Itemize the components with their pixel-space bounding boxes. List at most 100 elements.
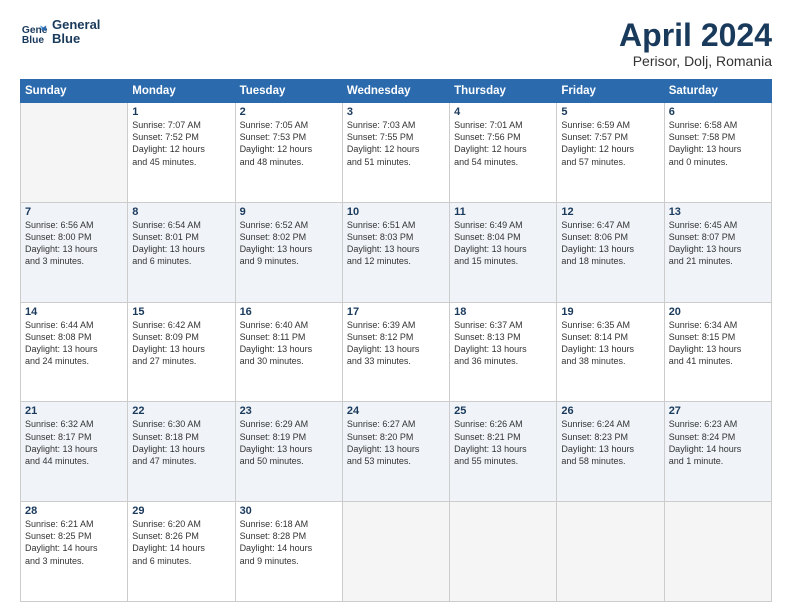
day-cell: 27Sunrise: 6:23 AM Sunset: 8:24 PM Dayli…	[664, 402, 771, 502]
svg-text:Blue: Blue	[22, 35, 45, 46]
day-detail: Sunrise: 6:40 AM Sunset: 8:11 PM Dayligh…	[240, 319, 338, 368]
day-detail: Sunrise: 6:18 AM Sunset: 8:28 PM Dayligh…	[240, 518, 338, 567]
day-number: 14	[25, 306, 123, 318]
day-number: 13	[669, 206, 767, 218]
day-number: 11	[454, 206, 552, 218]
day-detail: Sunrise: 6:30 AM Sunset: 8:18 PM Dayligh…	[132, 418, 230, 467]
day-number: 24	[347, 405, 445, 417]
header: General Blue General Blue April 2024 Per…	[20, 18, 772, 69]
day-number: 28	[25, 505, 123, 517]
day-detail: Sunrise: 6:59 AM Sunset: 7:57 PM Dayligh…	[561, 119, 659, 168]
day-number: 1	[132, 106, 230, 118]
day-detail: Sunrise: 6:35 AM Sunset: 8:14 PM Dayligh…	[561, 319, 659, 368]
day-number: 18	[454, 306, 552, 318]
subtitle: Perisor, Dolj, Romania	[619, 53, 772, 69]
day-detail: Sunrise: 6:27 AM Sunset: 8:20 PM Dayligh…	[347, 418, 445, 467]
day-detail: Sunrise: 6:32 AM Sunset: 8:17 PM Dayligh…	[25, 418, 123, 467]
logo-line2: Blue	[52, 32, 100, 46]
day-number: 2	[240, 106, 338, 118]
day-number: 25	[454, 405, 552, 417]
day-number: 4	[454, 106, 552, 118]
day-number: 23	[240, 405, 338, 417]
day-detail: Sunrise: 6:42 AM Sunset: 8:09 PM Dayligh…	[132, 319, 230, 368]
main-title: April 2024	[619, 18, 772, 53]
day-detail: Sunrise: 6:56 AM Sunset: 8:00 PM Dayligh…	[25, 219, 123, 268]
day-number: 8	[132, 206, 230, 218]
day-cell: 17Sunrise: 6:39 AM Sunset: 8:12 PM Dayli…	[342, 302, 449, 402]
day-cell: 30Sunrise: 6:18 AM Sunset: 8:28 PM Dayli…	[235, 502, 342, 602]
day-cell: 23Sunrise: 6:29 AM Sunset: 8:19 PM Dayli…	[235, 402, 342, 502]
day-number: 20	[669, 306, 767, 318]
week-row-2: 7Sunrise: 6:56 AM Sunset: 8:00 PM Daylig…	[21, 202, 772, 302]
day-cell: 15Sunrise: 6:42 AM Sunset: 8:09 PM Dayli…	[128, 302, 235, 402]
day-number: 27	[669, 405, 767, 417]
day-cell: 19Sunrise: 6:35 AM Sunset: 8:14 PM Dayli…	[557, 302, 664, 402]
day-cell: 10Sunrise: 6:51 AM Sunset: 8:03 PM Dayli…	[342, 202, 449, 302]
day-detail: Sunrise: 6:54 AM Sunset: 8:01 PM Dayligh…	[132, 219, 230, 268]
week-row-3: 14Sunrise: 6:44 AM Sunset: 8:08 PM Dayli…	[21, 302, 772, 402]
day-number: 30	[240, 505, 338, 517]
col-header-wednesday: Wednesday	[342, 80, 449, 103]
day-cell: 11Sunrise: 6:49 AM Sunset: 8:04 PM Dayli…	[450, 202, 557, 302]
day-number: 15	[132, 306, 230, 318]
page: General Blue General Blue April 2024 Per…	[0, 0, 792, 612]
day-cell: 21Sunrise: 6:32 AM Sunset: 8:17 PM Dayli…	[21, 402, 128, 502]
day-detail: Sunrise: 7:01 AM Sunset: 7:56 PM Dayligh…	[454, 119, 552, 168]
day-number: 22	[132, 405, 230, 417]
day-cell: 13Sunrise: 6:45 AM Sunset: 8:07 PM Dayli…	[664, 202, 771, 302]
day-number: 16	[240, 306, 338, 318]
day-cell: 22Sunrise: 6:30 AM Sunset: 8:18 PM Dayli…	[128, 402, 235, 502]
col-header-sunday: Sunday	[21, 80, 128, 103]
day-cell: 24Sunrise: 6:27 AM Sunset: 8:20 PM Dayli…	[342, 402, 449, 502]
day-cell: 3Sunrise: 7:03 AM Sunset: 7:55 PM Daylig…	[342, 103, 449, 203]
day-detail: Sunrise: 6:20 AM Sunset: 8:26 PM Dayligh…	[132, 518, 230, 567]
day-cell	[21, 103, 128, 203]
day-number: 10	[347, 206, 445, 218]
day-number: 26	[561, 405, 659, 417]
day-number: 12	[561, 206, 659, 218]
day-number: 19	[561, 306, 659, 318]
day-cell: 8Sunrise: 6:54 AM Sunset: 8:01 PM Daylig…	[128, 202, 235, 302]
day-cell	[342, 502, 449, 602]
day-number: 17	[347, 306, 445, 318]
week-row-1: 1Sunrise: 7:07 AM Sunset: 7:52 PM Daylig…	[21, 103, 772, 203]
day-cell	[664, 502, 771, 602]
week-row-4: 21Sunrise: 6:32 AM Sunset: 8:17 PM Dayli…	[21, 402, 772, 502]
day-detail: Sunrise: 6:37 AM Sunset: 8:13 PM Dayligh…	[454, 319, 552, 368]
day-cell: 26Sunrise: 6:24 AM Sunset: 8:23 PM Dayli…	[557, 402, 664, 502]
logo-text: General Blue	[52, 18, 100, 47]
day-number: 5	[561, 106, 659, 118]
day-detail: Sunrise: 6:26 AM Sunset: 8:21 PM Dayligh…	[454, 418, 552, 467]
day-detail: Sunrise: 6:47 AM Sunset: 8:06 PM Dayligh…	[561, 219, 659, 268]
day-cell: 29Sunrise: 6:20 AM Sunset: 8:26 PM Dayli…	[128, 502, 235, 602]
col-header-saturday: Saturday	[664, 80, 771, 103]
col-header-monday: Monday	[128, 80, 235, 103]
day-cell: 20Sunrise: 6:34 AM Sunset: 8:15 PM Dayli…	[664, 302, 771, 402]
day-cell: 1Sunrise: 7:07 AM Sunset: 7:52 PM Daylig…	[128, 103, 235, 203]
logo-line1: General	[52, 18, 100, 32]
day-detail: Sunrise: 6:34 AM Sunset: 8:15 PM Dayligh…	[669, 319, 767, 368]
logo: General Blue General Blue	[20, 18, 100, 47]
day-cell	[557, 502, 664, 602]
col-header-tuesday: Tuesday	[235, 80, 342, 103]
day-cell: 4Sunrise: 7:01 AM Sunset: 7:56 PM Daylig…	[450, 103, 557, 203]
day-detail: Sunrise: 6:58 AM Sunset: 7:58 PM Dayligh…	[669, 119, 767, 168]
day-cell: 5Sunrise: 6:59 AM Sunset: 7:57 PM Daylig…	[557, 103, 664, 203]
day-cell: 28Sunrise: 6:21 AM Sunset: 8:25 PM Dayli…	[21, 502, 128, 602]
day-cell: 18Sunrise: 6:37 AM Sunset: 8:13 PM Dayli…	[450, 302, 557, 402]
day-cell	[450, 502, 557, 602]
day-detail: Sunrise: 6:39 AM Sunset: 8:12 PM Dayligh…	[347, 319, 445, 368]
day-number: 3	[347, 106, 445, 118]
day-detail: Sunrise: 6:24 AM Sunset: 8:23 PM Dayligh…	[561, 418, 659, 467]
day-detail: Sunrise: 6:29 AM Sunset: 8:19 PM Dayligh…	[240, 418, 338, 467]
day-number: 9	[240, 206, 338, 218]
day-number: 29	[132, 505, 230, 517]
day-detail: Sunrise: 6:44 AM Sunset: 8:08 PM Dayligh…	[25, 319, 123, 368]
day-number: 6	[669, 106, 767, 118]
day-number: 7	[25, 206, 123, 218]
logo-icon: General Blue	[20, 18, 48, 46]
day-cell: 6Sunrise: 6:58 AM Sunset: 7:58 PM Daylig…	[664, 103, 771, 203]
col-header-friday: Friday	[557, 80, 664, 103]
day-number: 21	[25, 405, 123, 417]
day-detail: Sunrise: 7:03 AM Sunset: 7:55 PM Dayligh…	[347, 119, 445, 168]
